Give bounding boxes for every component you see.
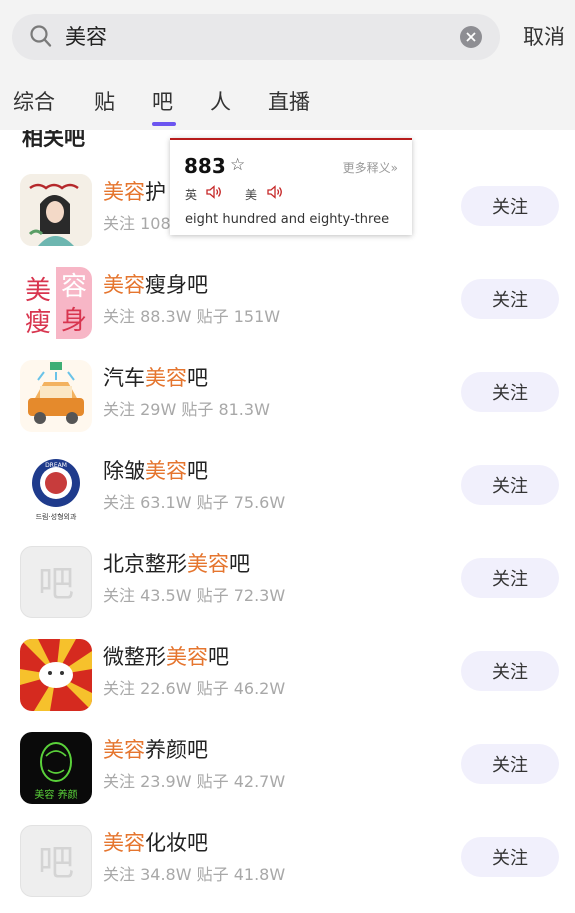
list-item[interactable]: 美容 养颜 美容养颜吧 关注 23.9W 贴子 42.7W 关注: [0, 732, 575, 822]
tab-live[interactable]: 直播: [268, 88, 310, 116]
bar-name: 除皱美容吧: [103, 459, 208, 483]
tab-posts[interactable]: 贴: [94, 88, 115, 116]
bar-name: 北京整形美容吧: [103, 552, 250, 576]
bar-name: 美容护: [103, 180, 166, 204]
list-item[interactable]: 汽车美容吧 关注 29W 贴子 81.3W 关注: [0, 360, 575, 450]
placeholder-glyph: 吧: [38, 843, 74, 884]
bar-name: 美容养颜吧: [103, 738, 208, 762]
bar-stats: 关注 23.9W 贴子 42.7W: [103, 772, 286, 791]
follow-button[interactable]: 关注: [461, 837, 559, 877]
avatar: [20, 360, 92, 432]
popup-definition: eight hundred and eighty-three: [185, 212, 390, 227]
bar-name: 美容瘦身吧: [103, 273, 208, 297]
search-input[interactable]: 美容: [65, 23, 107, 51]
speaker-icon[interactable]: [206, 185, 222, 199]
more-definitions-link[interactable]: 更多释义»: [343, 159, 398, 176]
avatar-text: DREAM: [45, 462, 67, 469]
avatar: 吧: [20, 825, 92, 897]
avatar: 美 容 瘦 身: [20, 267, 92, 339]
bar-stats: 关注 34.8W 贴子 41.8W: [103, 865, 286, 884]
bar-stats: 关注 29W 贴子 81.3W: [103, 400, 270, 419]
list-item[interactable]: 微整形美容吧 关注 22.6W 贴子 46.2W 关注: [0, 639, 575, 729]
avatar: 吧: [20, 546, 92, 618]
active-tab-indicator: [152, 122, 176, 126]
avatar-glyph: 瘦: [25, 308, 51, 338]
section-title: 相关吧: [22, 130, 85, 150]
tab-people[interactable]: 人: [210, 88, 231, 116]
list-item[interactable]: 美 容 瘦 身 美容瘦身吧 关注 88.3W 贴子 151W 关注: [0, 267, 575, 357]
follow-button[interactable]: 关注: [461, 279, 559, 319]
avatar: 美容 养颜: [20, 732, 92, 804]
bar-name: 微整形美容吧: [103, 645, 229, 669]
list-item[interactable]: 吧 北京整形美容吧 关注 43.5W 贴子 72.3W 关注: [0, 546, 575, 636]
search-header: 美容 取消 综合 贴 吧 人 直播: [0, 0, 575, 130]
popup-word: 883: [184, 154, 226, 178]
search-icon: [30, 25, 52, 47]
tab-bars[interactable]: 吧: [152, 88, 173, 116]
avatar: DREAM 드림·성형외과: [20, 453, 92, 525]
avatar-text: 美容 养颜: [34, 788, 77, 801]
bar-stats: 关注 88.3W 贴子 151W: [103, 307, 281, 326]
placeholder-glyph: 吧: [38, 564, 74, 605]
uk-pronunciation-label: 英: [185, 188, 198, 202]
follow-button[interactable]: 关注: [461, 744, 559, 784]
bar-name: 美容化妆吧: [103, 831, 208, 855]
search-box[interactable]: 美容: [12, 14, 500, 60]
follow-button[interactable]: 关注: [461, 186, 559, 226]
follow-button[interactable]: 关注: [461, 651, 559, 691]
list-item[interactable]: DREAM 드림·성형외과 除皱美容吧 关注 63.1W 贴子 75.6W 关注: [0, 453, 575, 543]
follow-button[interactable]: 关注: [461, 465, 559, 505]
tab-comprehensive[interactable]: 综合: [13, 88, 55, 116]
avatar-glyph: 美: [25, 276, 51, 306]
tab-bar: 综合 贴 吧 人 直播: [0, 82, 575, 130]
bar-stats: 关注 22.6W 贴子 46.2W: [103, 679, 286, 698]
avatar-text: 드림·성형외과: [36, 512, 77, 521]
avatar-glyph: 容: [61, 272, 87, 302]
star-icon[interactable]: ☆: [230, 155, 245, 175]
follow-button[interactable]: 关注: [461, 558, 559, 598]
speaker-icon[interactable]: [267, 185, 283, 199]
bar-name: 汽车美容吧: [103, 366, 208, 390]
close-icon: [466, 32, 476, 42]
results-list: 相关吧 美容护 关注 108 关注 美 容 瘦 身 美容瘦身吧 关注 88.3W…: [0, 130, 575, 913]
us-pronunciation-label: 美: [245, 188, 258, 202]
avatar-glyph: 身: [61, 306, 87, 336]
bar-stats: 关注 63.1W 贴子 75.6W: [103, 493, 286, 512]
avatar: [20, 174, 92, 246]
follow-button[interactable]: 关注: [461, 372, 559, 412]
dictionary-popup: 883 ☆ 更多释义» 英 美 eight hundred and eighty…: [170, 138, 412, 235]
bar-stats: 关注 43.5W 贴子 72.3W: [103, 586, 286, 605]
avatar: [20, 639, 92, 711]
list-item[interactable]: 吧 美容化妆吧 关注 34.8W 贴子 41.8W 关注: [0, 825, 575, 913]
cancel-button[interactable]: 取消: [523, 22, 565, 52]
clear-search-button[interactable]: [460, 26, 482, 48]
bar-stats: 关注 108: [103, 214, 171, 233]
